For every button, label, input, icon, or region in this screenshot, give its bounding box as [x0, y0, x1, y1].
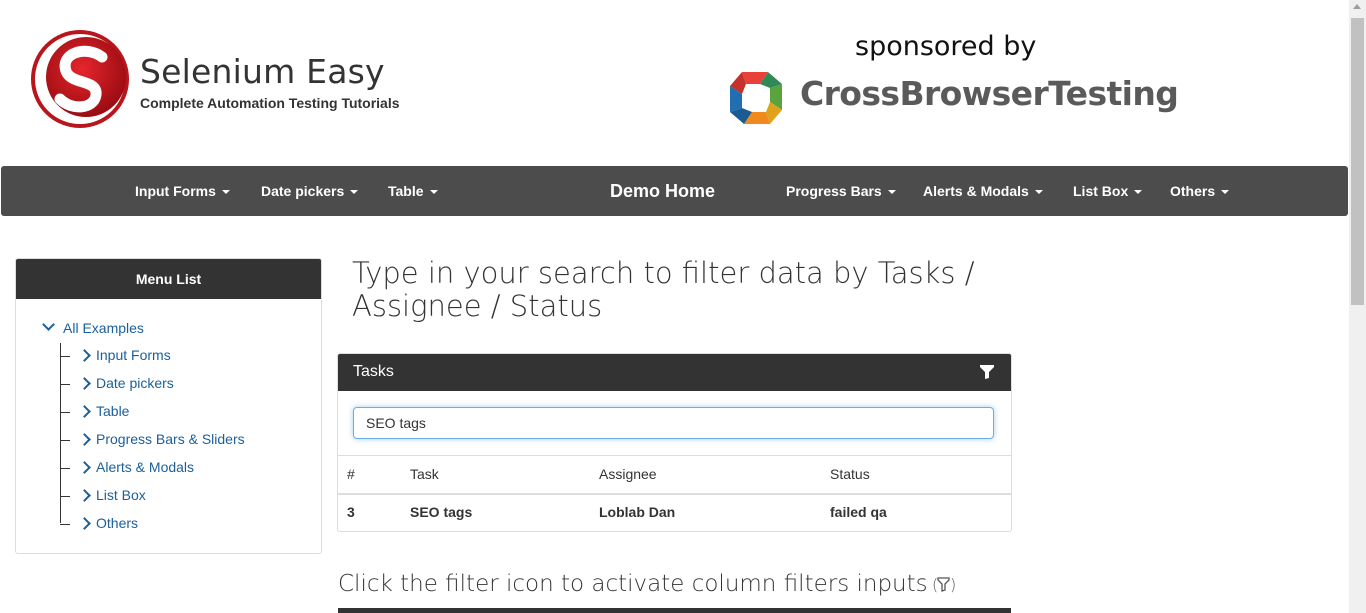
- caret-down-icon: [221, 190, 230, 195]
- table-cell-number: 3: [347, 504, 355, 520]
- sponsor-name[interactable]: CrossBrowserTesting: [800, 74, 1179, 113]
- main-navbar: Input Forms Date pickers Table Demo Home…: [1, 166, 1348, 216]
- nav-list-box[interactable]: List Box: [1073, 166, 1143, 216]
- filter-panel-header: [338, 608, 1011, 613]
- tasks-panel-title: Tasks: [353, 363, 394, 380]
- nav-input-forms[interactable]: Input Forms: [135, 166, 230, 216]
- nav-table[interactable]: Table: [388, 166, 438, 216]
- tree-tick: [60, 524, 70, 525]
- column-header-assignee[interactable]: Assignee: [599, 466, 657, 482]
- table-divider: [338, 455, 1011, 456]
- svg-text:(: (: [932, 575, 938, 594]
- nav-label: Progress Bars: [786, 183, 882, 199]
- svg-text:): ): [950, 575, 956, 594]
- chevron-right-icon: [78, 405, 91, 418]
- nav-label: Others: [1170, 183, 1216, 199]
- column-header-task[interactable]: Task: [410, 466, 439, 482]
- tree-tick: [60, 412, 70, 413]
- nav-label: Input Forms: [135, 183, 216, 199]
- crossbrowsertesting-logo-icon[interactable]: [724, 66, 788, 130]
- section-subtitle-text: Click the filter icon to activate column…: [338, 571, 928, 597]
- brand-subtitle: Complete Automation Testing Tutorials: [140, 95, 400, 111]
- table-cell-assignee: Loblab Dan: [599, 504, 676, 520]
- sidebar-item-all-examples[interactable]: All Examples: [42, 318, 144, 336]
- scroll-up-arrow-icon[interactable]: [1353, 4, 1361, 9]
- nav-label: Alerts & Modals: [923, 183, 1029, 199]
- section-subtitle: Click the filter icon to activate column…: [338, 571, 956, 597]
- sidebar-menu-panel: Menu List All Examples Input Forms Date …: [15, 258, 322, 554]
- nav-demo-home[interactable]: Demo Home: [610, 166, 715, 216]
- nav-label: Date pickers: [261, 183, 345, 199]
- nav-label: List Box: [1073, 183, 1129, 199]
- chevron-right-icon: [78, 433, 91, 446]
- chevron-right-icon: [78, 517, 91, 530]
- column-header-number[interactable]: #: [347, 466, 355, 482]
- caret-down-icon: [1034, 190, 1043, 195]
- table-cell-status: failed qa: [830, 504, 887, 520]
- filter-icon: (): [932, 575, 956, 594]
- tasks-panel: Tasks # Task Assignee Status 3 SEO tags …: [337, 353, 1012, 532]
- scrollbar-thumb[interactable]: [1351, 18, 1364, 305]
- table-cell-task: SEO tags: [410, 504, 473, 520]
- sidebar-item-label: Table: [96, 403, 130, 419]
- sponsored-text: sponsored by: [855, 31, 1037, 62]
- chevron-right-icon: [78, 461, 91, 474]
- tree-tick: [60, 356, 70, 357]
- sidebar-item-label: Others: [96, 515, 139, 531]
- sidebar-item-label: All Examples: [63, 320, 144, 336]
- sidebar-item-label: Alerts & Modals: [96, 459, 195, 475]
- sidebar-item-label: Progress Bars & Sliders: [96, 431, 245, 447]
- column-header-status[interactable]: Status: [830, 466, 870, 482]
- tree-tick: [60, 496, 70, 497]
- sidebar-title: Menu List: [16, 259, 321, 299]
- chevron-right-icon: [78, 489, 91, 502]
- nav-label: Table: [388, 183, 424, 199]
- chevron-right-icon: [78, 377, 91, 390]
- nav-others[interactable]: Others: [1170, 166, 1230, 216]
- tasks-panel-header: Tasks: [338, 354, 1011, 391]
- brand-title: Selenium Easy: [140, 52, 385, 91]
- nav-label: Demo Home: [610, 181, 716, 201]
- tree-tick: [60, 468, 70, 469]
- nav-date-pickers[interactable]: Date pickers: [261, 166, 359, 216]
- filter-icon[interactable]: [979, 364, 995, 380]
- nav-progress-bars[interactable]: Progress Bars: [786, 166, 896, 216]
- caret-down-icon: [1221, 190, 1230, 195]
- task-search-input[interactable]: [353, 407, 994, 439]
- nav-alerts-modals[interactable]: Alerts & Modals: [923, 166, 1043, 216]
- tree-tick: [60, 440, 70, 441]
- table-header-divider: [338, 493, 1011, 495]
- tree-tick: [60, 384, 70, 385]
- sidebar-item-label: List Box: [96, 487, 146, 503]
- chevron-down-icon: [42, 318, 55, 331]
- page-title: Type in your search to filter data by Ta…: [352, 256, 975, 323]
- sidebar-item-label: Date pickers: [96, 375, 174, 391]
- caret-down-icon: [429, 190, 438, 195]
- caret-down-icon: [887, 190, 896, 195]
- caret-down-icon: [350, 190, 359, 195]
- caret-down-icon: [1134, 190, 1143, 195]
- selenium-easy-logo-icon[interactable]: [28, 27, 132, 131]
- sidebar-item-label: Input Forms: [96, 347, 171, 363]
- chevron-right-icon: [78, 349, 91, 362]
